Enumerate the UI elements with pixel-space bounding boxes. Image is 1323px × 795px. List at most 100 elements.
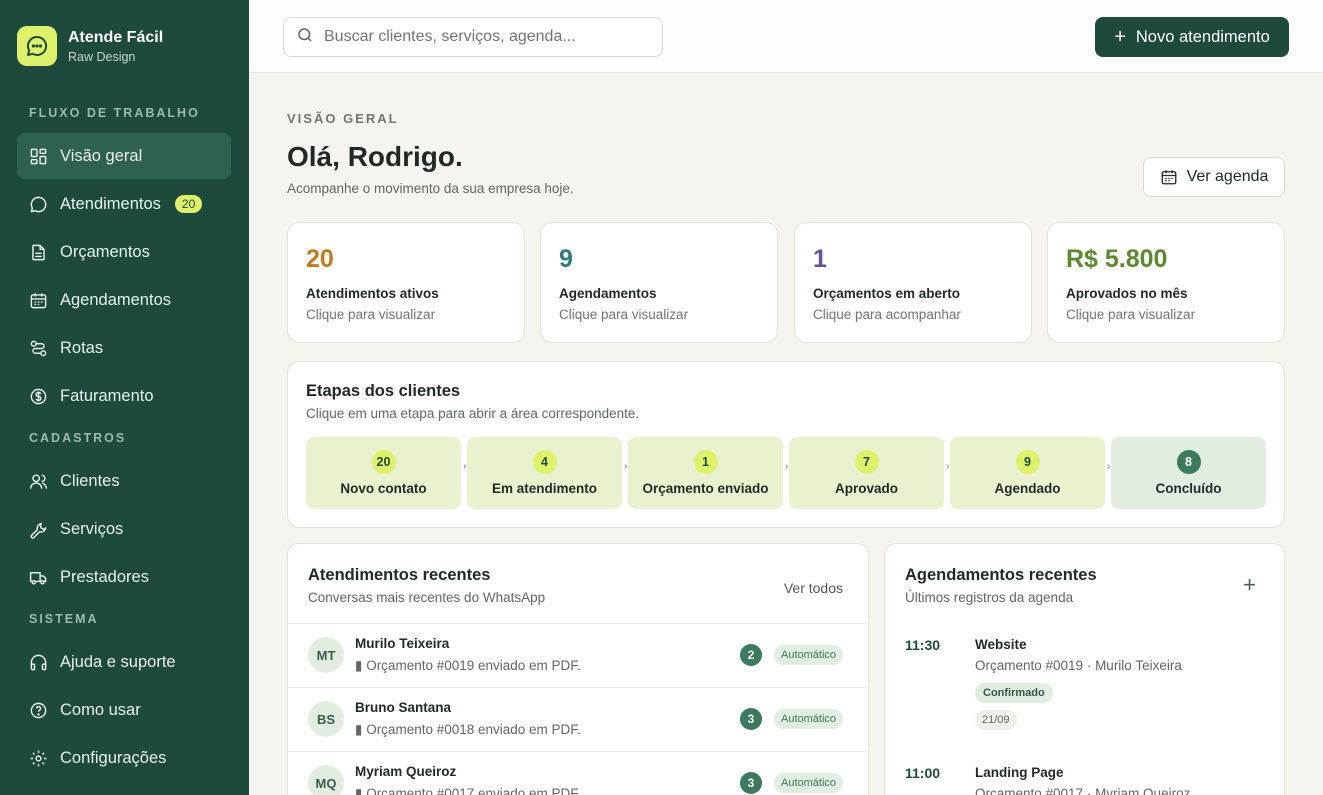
recent-appointments-panel: Agendamentos recentes Últimos registros … [884, 543, 1285, 795]
stat-value: R$ 5.800 [1066, 245, 1168, 273]
stage-count: 1 [693, 450, 718, 474]
stage-agendado[interactable]: 9 Agendado [950, 437, 1105, 509]
stat-card-active-services[interactable]: 20 Atendimentos ativos Clique para visua… [287, 222, 525, 343]
stat-label: Agendamentos [559, 286, 657, 301]
recent-chats-panel: Atendimentos recentes Conversas mais rec… [287, 543, 869, 795]
sidebar-item-orcamentos[interactable]: Orçamentos [17, 229, 231, 275]
stage-aprovado[interactable]: 7 Aprovado [789, 437, 944, 509]
chevron-right-icon: › [463, 461, 467, 472]
sidebar-item-label: Configurações [60, 748, 167, 767]
sidebar-item-label: Visão geral [60, 146, 143, 165]
last-message: ▮ Orçamento #0019 enviado em PDF. [355, 658, 581, 674]
list-item[interactable]: MT Murilo Teixeira ▮ Orçamento #0019 env… [288, 623, 868, 687]
last-message: ▮ Orçamento #0017 enviado em PDF. [355, 786, 581, 795]
stage-em-atendimento[interactable]: 4 Em atendimento [467, 437, 622, 509]
sidebar-item-label: Clientes [60, 471, 120, 490]
sidebar-item-label: Prestadores [60, 567, 149, 586]
stat-label: Orçamentos em aberto [813, 286, 961, 301]
appointment-time: 11:00 [905, 765, 941, 781]
users-icon [29, 472, 48, 491]
wrench-icon [29, 520, 48, 539]
stage-count: 4 [532, 450, 557, 474]
chevron-right-icon: › [1107, 461, 1111, 472]
new-service-button[interactable]: + Novo atendimento [1095, 17, 1289, 57]
stage-count: 8 [1176, 450, 1201, 474]
page-eyebrow: VISÃO GERAL [287, 111, 399, 126]
stat-value: 20 [306, 245, 334, 273]
calendar-icon [29, 291, 48, 310]
sidebar-item-overview[interactable]: Visão geral [17, 133, 231, 179]
stat-card-open-quotes[interactable]: 1 Orçamentos em aberto Clique para acomp… [794, 222, 1032, 343]
stages-subtitle: Clique em uma etapa para abrir a área co… [306, 406, 640, 421]
plus-icon[interactable]: + [1243, 574, 1256, 596]
contact-name: Myriam Queiroz [355, 764, 457, 779]
count-badge: 20 [174, 195, 203, 213]
sidebar-item-atendimentos[interactable]: Atendimentos 20 [17, 181, 231, 227]
search-input[interactable] [324, 28, 644, 46]
last-message-text: Orçamento #0018 enviado em PDF. [366, 722, 581, 737]
sidebar-item-ajuda[interactable]: Ajuda e suporte [17, 639, 231, 685]
sidebar-item-prestadores[interactable]: Prestadores [17, 554, 231, 600]
unread-count-badge: 3 [740, 772, 762, 794]
stage-name: Aprovado [834, 481, 898, 496]
chevron-right-icon: › [946, 461, 950, 472]
view-agenda-button[interactable]: Ver agenda [1143, 157, 1285, 197]
truck-icon [29, 568, 48, 587]
help-circle-icon [29, 701, 48, 720]
section-title-workflow: FLUXO DE TRABALHO [29, 106, 200, 120]
sidebar-item-label: Ajuda e suporte [60, 652, 176, 671]
stage-name: Orçamento enviado [642, 481, 769, 496]
last-message-text: Orçamento #0019 enviado em PDF. [366, 658, 581, 673]
sidebar-item-agendamentos[interactable]: Agendamentos [17, 277, 231, 323]
stat-card-approved-month[interactable]: R$ 5.800 Aprovados no mês Clique para vi… [1047, 222, 1285, 343]
dollar-icon [29, 387, 48, 406]
sidebar-item-clientes[interactable]: Clientes [17, 458, 231, 504]
sidebar-item-configuracoes[interactable]: Configurações [17, 735, 231, 781]
stat-value: 1 [813, 245, 827, 273]
section-title-cadastros: CADASTROS [29, 431, 127, 445]
sidebar-item-label: Rotas [60, 338, 104, 357]
search-box[interactable] [283, 17, 663, 57]
date-badge: 21/09 [975, 710, 1017, 730]
appointment-time: 11:30 [905, 637, 941, 653]
avatar: BS [308, 701, 344, 737]
stat-card-appointments[interactable]: 9 Agendamentos Clique para visualizar [540, 222, 778, 343]
sidebar-item-label: Atendimentos [60, 194, 161, 213]
brand-name: Atende Fácil [68, 29, 164, 46]
last-message-text: Orçamento #0017 enviado em PDF. [366, 786, 581, 795]
sidebar-item-como-usar[interactable]: Como usar [17, 687, 231, 733]
stat-label: Atendimentos ativos [306, 286, 439, 301]
stage-concluido[interactable]: 8 Concluído [1111, 437, 1266, 509]
paperclip-icon: ▮ [355, 722, 367, 737]
stat-hint: Clique para visualizar [1066, 307, 1196, 322]
sidebar: Atende Fácil Raw Design FLUXO DE TRABALH… [0, 0, 249, 795]
chat-icon [29, 195, 48, 214]
status-badge: Automático [774, 709, 844, 729]
brand[interactable]: Atende Fácil Raw Design [17, 26, 163, 66]
stat-label: Aprovados no mês [1066, 286, 1188, 301]
stat-hint: Clique para acompanhar [813, 307, 961, 322]
plus-icon: + [1114, 26, 1126, 48]
sidebar-item-rotas[interactable]: Rotas [17, 325, 231, 371]
headphones-icon [29, 653, 48, 672]
appointment-subtitle: Orçamento #0017 · Myriam Queiroz [975, 786, 1191, 795]
stage-novo-contato[interactable]: 20 Novo contato [306, 437, 461, 509]
appointment-title[interactable]: Website [975, 637, 1027, 652]
avatar: MQ [308, 765, 344, 795]
view-all-link[interactable]: Ver todos [784, 580, 843, 596]
view-agenda-label: Ver agenda [1186, 168, 1269, 185]
stage-orcamento-enviado[interactable]: 1 Orçamento enviado [628, 437, 783, 509]
paperclip-icon: ▮ [355, 786, 367, 795]
last-message: ▮ Orçamento #0018 enviado em PDF. [355, 722, 581, 738]
sidebar-item-faturamento[interactable]: Faturamento [17, 373, 231, 419]
list-item[interactable]: MQ Myriam Queiroz ▮ Orçamento #0017 envi… [288, 751, 868, 795]
appointment-title[interactable]: Landing Page [975, 765, 1064, 780]
new-service-label: Novo atendimento [1135, 27, 1270, 46]
sidebar-item-servicos[interactable]: Serviços [17, 506, 231, 552]
status-badge: Automático [774, 773, 844, 793]
sidebar-item-label: Como usar [60, 700, 141, 719]
contact-name: Bruno Santana [355, 700, 452, 715]
stage-name: Concluído [1155, 481, 1222, 496]
status-badge: Automático [774, 645, 844, 665]
list-item[interactable]: BS Bruno Santana ▮ Orçamento #0018 envia… [288, 687, 868, 751]
